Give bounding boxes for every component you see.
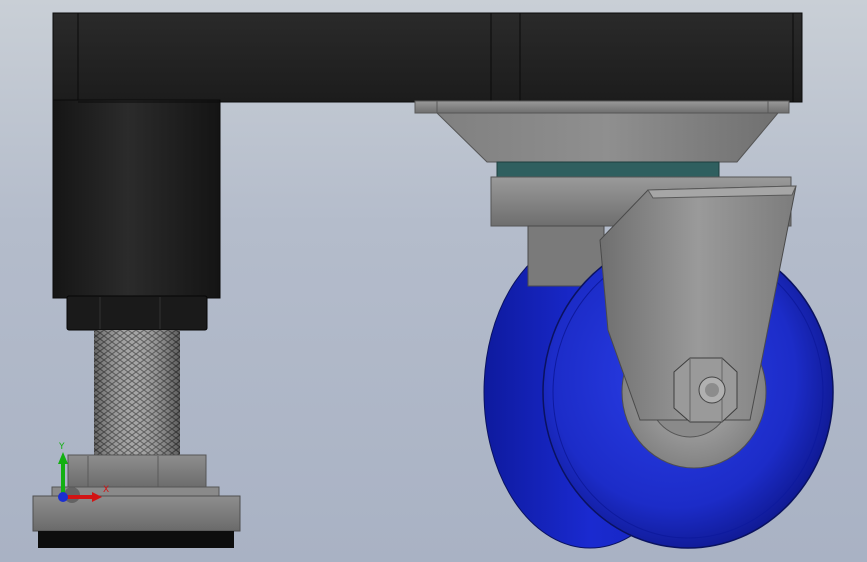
caster-bearing-ring[interactable] (496, 161, 720, 178)
triad-y-arrow (58, 452, 68, 464)
caster-axle-nut[interactable] (673, 357, 738, 423)
triad-y-label: Y (59, 442, 65, 452)
model-scene[interactable] (0, 0, 867, 562)
caster-swivel-housing[interactable] (435, 112, 780, 163)
caster[interactable] (414, 100, 834, 549)
frame-top-beam[interactable] (52, 12, 803, 103)
leveling-foot-bottom-nut[interactable] (67, 454, 207, 490)
caster-mount-plate[interactable] (414, 100, 790, 114)
triad-z-axis (58, 492, 68, 502)
leveling-foot[interactable] (32, 295, 241, 548)
leveling-foot-top-nut[interactable] (66, 295, 208, 331)
leveling-foot-rubber-pad[interactable] (38, 531, 234, 548)
cad-viewport[interactable]: Y X (0, 0, 867, 562)
frame-vertical-leg[interactable] (52, 99, 221, 299)
triad-x-label: X (103, 485, 110, 495)
